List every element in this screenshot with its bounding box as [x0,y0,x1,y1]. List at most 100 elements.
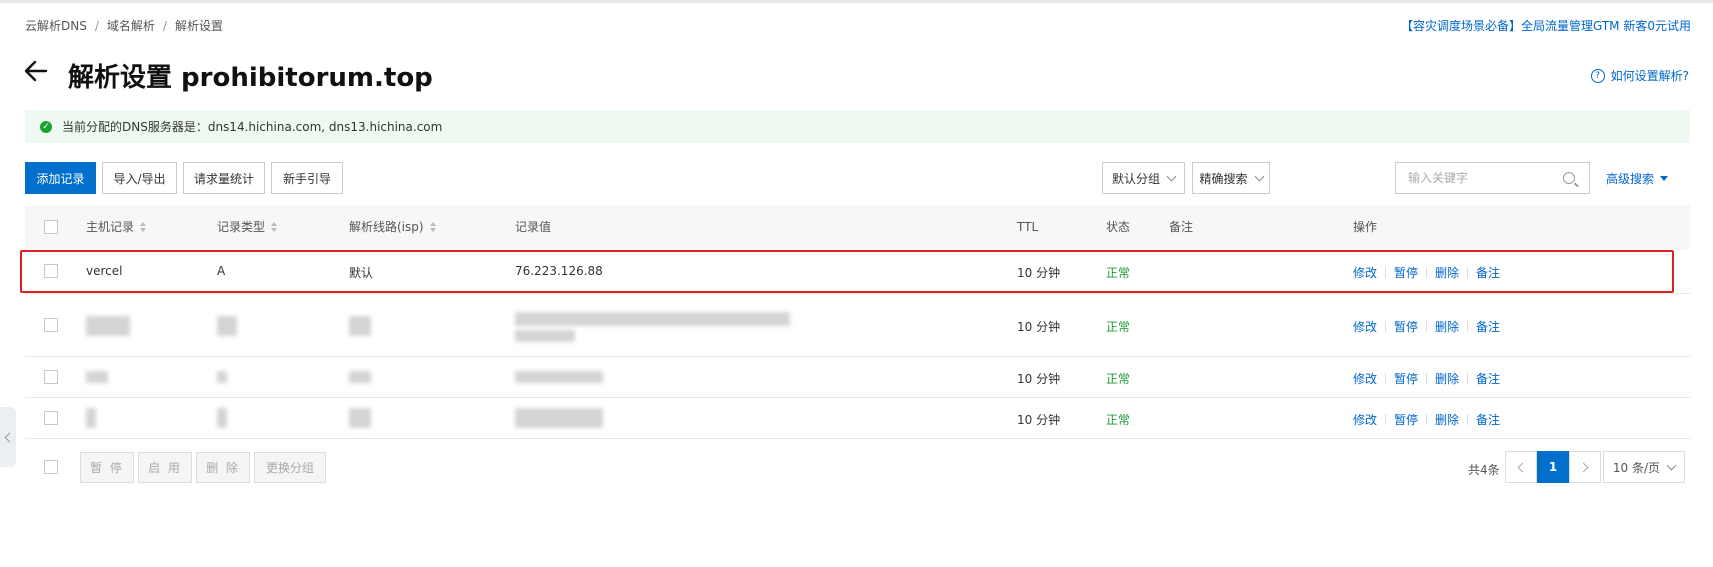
column-status: 状态 [1106,220,1131,234]
search-input[interactable] [1406,170,1560,186]
remark-link[interactable]: 备注 [1476,370,1500,387]
search-box [1395,162,1590,194]
breadcrumb-item-current: 解析设置 [174,19,223,33]
cell-type: A [217,264,226,278]
column-host-label: 主机记录 [86,220,135,234]
redacted-host [86,371,108,383]
table-row: 10 分钟 正常 修改 暂停 删除 备注 [25,294,1690,357]
help-link-label: 如何设置解析? [1610,69,1689,83]
divider [1426,414,1428,425]
bulk-select-checkbox[interactable] [44,460,58,474]
change-group-button[interactable]: 更换分组 [254,452,326,483]
column-line-label: 解析线路(isp) [349,220,424,234]
divider [1385,321,1387,332]
promo-link[interactable]: 【容灾调度场景必备】全局流量管理GTM 新客0元试用 [1401,17,1691,34]
row-actions: 修改 暂停 删除 备注 [1353,264,1500,281]
pause-link[interactable]: 暂停 [1394,370,1418,387]
cell-status: 正常 [1106,372,1131,386]
page-title: 解析设置 prohibitorum.top [68,63,433,93]
sort-icon[interactable] [429,222,436,232]
search-icon[interactable] [1563,172,1575,184]
pause-link[interactable]: 暂停 [1394,411,1418,428]
pause-link[interactable]: 暂停 [1394,264,1418,281]
side-collapse-tab[interactable] [0,407,16,467]
total-count: 共4条 [1468,463,1500,477]
table-row: 10 分钟 正常 修改 暂停 删除 备注 [25,357,1690,398]
back-arrow-icon[interactable] [22,57,50,85]
advanced-search-label: 高级搜索 [1606,172,1655,186]
import-export-button[interactable]: 导入/导出 [102,162,177,194]
sort-icon[interactable] [271,222,278,232]
select-all-checkbox[interactable] [44,220,58,234]
row-checkbox[interactable] [44,318,58,332]
bulk-pause-button[interactable]: 暂 停 [80,452,134,483]
bulk-delete-button[interactable]: 删 除 [196,452,250,483]
help-link[interactable]: ? 如何设置解析? [1590,67,1689,84]
redacted-value [515,330,575,342]
row-actions: 修改 暂停 删除 备注 [1353,318,1500,335]
prev-page-button[interactable] [1505,451,1537,483]
table-row: 10 分钟 正常 修改 暂停 删除 备注 [25,398,1690,439]
table-header: 主机记录 记录类型 解析线路(isp) 记录值 TTL 状态 备注 操作 [25,205,1690,249]
help-circle-icon: ? [1590,68,1605,83]
row-checkbox[interactable] [44,370,58,384]
delete-link[interactable]: 删除 [1435,264,1459,281]
group-select[interactable]: 默认分组 [1102,162,1185,194]
next-page-button[interactable] [1569,451,1601,483]
bulk-enable-button[interactable]: 启 用 [138,452,192,483]
search-mode-select[interactable]: 精确搜索 [1192,162,1270,194]
divider [1467,414,1469,425]
redacted-value [515,408,603,428]
delete-link[interactable]: 删除 [1435,370,1459,387]
cell-ttl: 10 分钟 [1017,320,1061,334]
divider [1467,267,1469,278]
column-host[interactable]: 主机记录 [86,205,147,249]
add-record-button[interactable]: 添加记录 [25,162,96,194]
page-size-value: 10 条/页 [1612,460,1661,475]
cell-value: 76.223.126.88 [515,264,603,278]
column-type[interactable]: 记录类型 [217,205,278,249]
redacted-type [217,371,227,383]
dns-server-notice: ✓ 当前分配的DNS服务器是：dns14.hichina.com, dns13.… [25,110,1690,143]
remark-link[interactable]: 备注 [1476,264,1500,281]
row-checkbox[interactable] [44,264,58,278]
redacted-host [86,316,130,336]
redacted-line [349,371,371,383]
page-size-select[interactable]: 10 条/页 [1603,451,1685,483]
cell-status: 正常 [1106,266,1131,280]
edit-link[interactable]: 修改 [1353,264,1377,281]
column-ttl: TTL [1017,220,1039,234]
divider [1385,373,1387,384]
divider [1426,267,1428,278]
pause-link[interactable]: 暂停 [1394,318,1418,335]
top-divider [0,0,1713,3]
delete-link[interactable]: 删除 [1435,411,1459,428]
column-ops: 操作 [1353,220,1378,234]
edit-link[interactable]: 修改 [1353,411,1377,428]
chevron-right-icon [1578,462,1589,472]
beginner-guide-button[interactable]: 新手引导 [271,162,343,194]
remark-link[interactable]: 备注 [1476,318,1500,335]
edit-link[interactable]: 修改 [1353,370,1377,387]
cell-status: 正常 [1106,413,1131,427]
row-checkbox[interactable] [44,411,58,425]
redacted-type [217,408,227,428]
check-circle-icon: ✓ [40,120,52,133]
delete-link[interactable]: 删除 [1435,318,1459,335]
breadcrumb-separator: / [94,18,99,33]
breadcrumb: 云解析DNS / 域名解析 / 解析设置 [25,17,223,34]
divider [1467,373,1469,384]
edit-link[interactable]: 修改 [1353,318,1377,335]
sort-icon[interactable] [140,222,147,232]
redacted-line [349,316,371,336]
advanced-search-toggle[interactable]: 高级搜索 [1606,170,1669,187]
breadcrumb-item-domains[interactable]: 域名解析 [107,17,155,34]
column-type-label: 记录类型 [217,220,266,234]
page-button-current[interactable]: 1 [1537,451,1569,483]
remark-link[interactable]: 备注 [1476,411,1500,428]
breadcrumb-item-dns[interactable]: 云解析DNS [25,17,87,34]
cell-ttl: 10 分钟 [1017,372,1061,386]
request-stats-button[interactable]: 请求量统计 [183,162,265,194]
column-line[interactable]: 解析线路(isp) [349,205,436,249]
notice-text: 当前分配的DNS服务器是：dns14.hichina.com, dns13.hi… [62,120,443,134]
